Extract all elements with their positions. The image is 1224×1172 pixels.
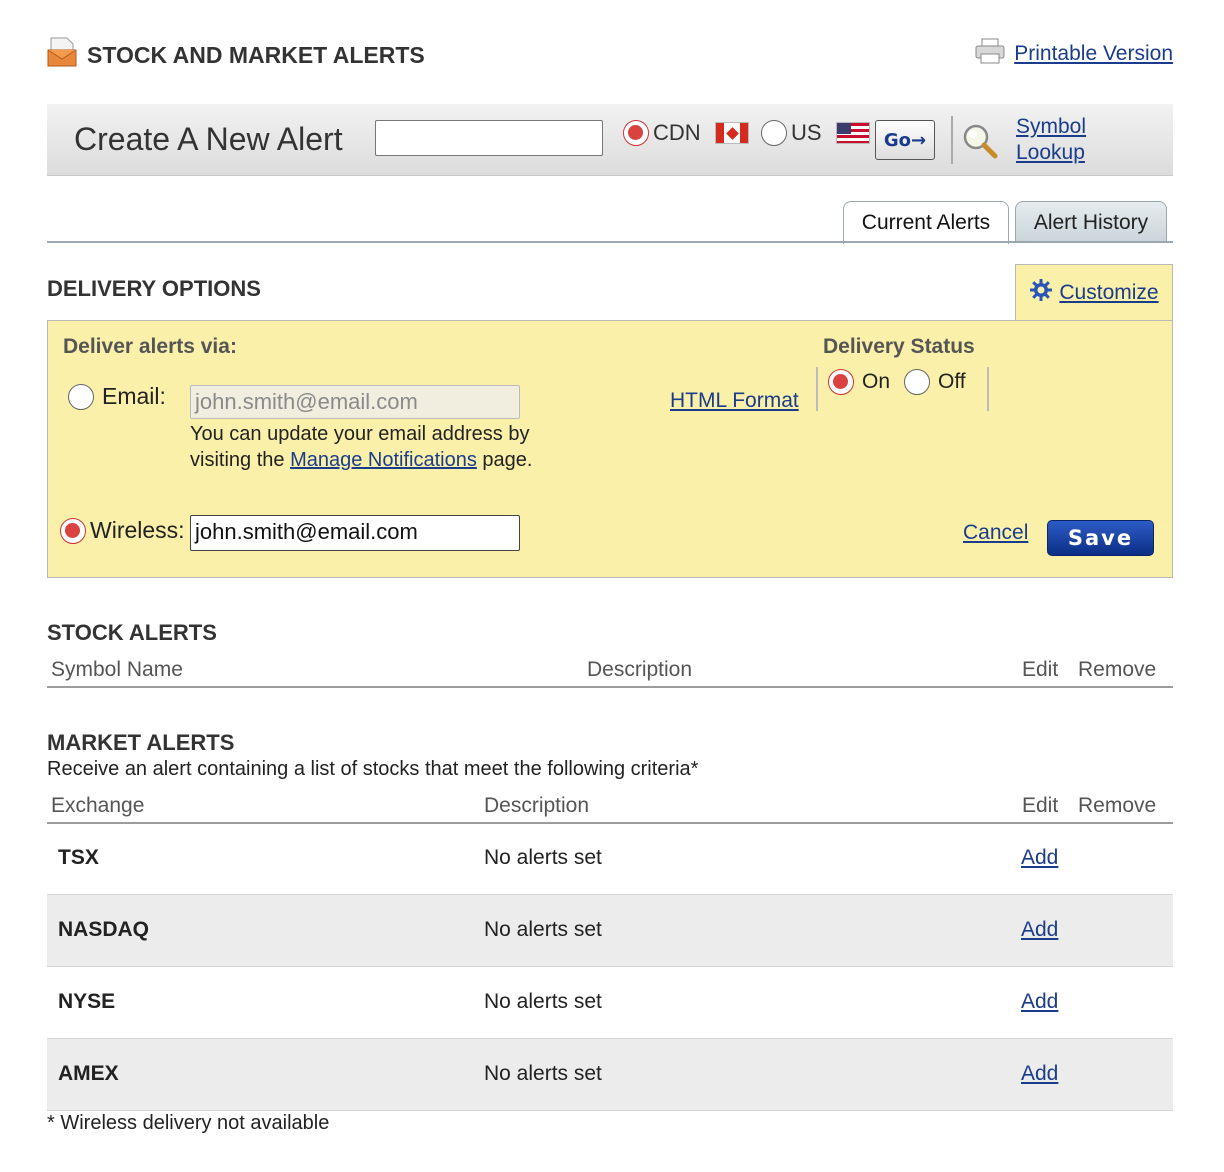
- symbol-lookup-line2[interactable]: Lookup: [1016, 141, 1085, 164]
- cdn-label: CDN: [653, 120, 701, 145]
- email-radio[interactable]: [68, 383, 94, 410]
- add-alert-link[interactable]: Add: [1021, 990, 1058, 1014]
- market-alerts-subtitle: Receive an alert containing a list of st…: [47, 758, 699, 780]
- market-option-cdn[interactable]: CDN: [623, 120, 749, 146]
- market-option-us[interactable]: US: [761, 120, 870, 146]
- table-row: AMEX No alerts set Add: [47, 1039, 1173, 1111]
- tabs-divider: [47, 241, 1173, 243]
- page-title: STOCK AND MARKET ALERTS: [87, 41, 425, 68]
- col-remove: Remove: [1078, 658, 1157, 681]
- stock-alerts-header: Symbol Name Description Edit Remove: [47, 652, 1173, 688]
- exchange-name: TSX: [58, 846, 99, 869]
- create-alert-bar: Create A New Alert CDN US Go→ Symbol Loo…: [47, 104, 1173, 176]
- col-edit: Edit: [1022, 658, 1059, 681]
- col-symbol-name: Symbol Name: [51, 658, 183, 681]
- col-exchange: Exchange: [51, 794, 145, 817]
- add-alert-link[interactable]: Add: [1021, 1062, 1058, 1086]
- col-remove: Remove: [1078, 794, 1157, 817]
- symbol-input[interactable]: [375, 120, 603, 156]
- email-label: Email:: [102, 383, 166, 409]
- wireless-field[interactable]: john.smith@email.com: [190, 515, 520, 551]
- status-on-label: On: [862, 370, 891, 393]
- alert-description: No alerts set: [484, 918, 602, 941]
- us-radio[interactable]: [761, 120, 787, 146]
- alert-description: No alerts set: [484, 990, 602, 1013]
- canada-flag-icon: [714, 122, 749, 144]
- wireless-option[interactable]: Wireless:: [60, 517, 185, 544]
- alert-description: No alerts set: [484, 1062, 602, 1085]
- save-button[interactable]: Save: [1047, 520, 1154, 556]
- tab-current-alerts[interactable]: Current Alerts: [843, 201, 1009, 244]
- printer-icon: [974, 38, 1006, 70]
- alert-envelope-icon: [47, 36, 77, 74]
- customize-link[interactable]: Customize: [1059, 281, 1158, 305]
- table-row: NYSE No alerts set Add: [47, 967, 1173, 1039]
- customize-button[interactable]: Customize: [1015, 264, 1173, 321]
- separator: [951, 116, 953, 164]
- go-button[interactable]: Go→: [875, 120, 935, 160]
- cdn-radio[interactable]: [623, 120, 649, 146]
- market-alerts-title: MARKET ALERTS: [47, 730, 235, 755]
- us-flag-icon: [835, 122, 870, 144]
- magnifier-icon: [961, 122, 999, 165]
- tab-alert-history[interactable]: Alert History: [1015, 201, 1167, 243]
- email-note-end: page.: [476, 449, 533, 471]
- gear-icon: [1029, 278, 1053, 308]
- delivery-options-title: DELIVERY OPTIONS: [47, 276, 261, 301]
- email-field[interactable]: john.smith@email.com: [190, 385, 520, 419]
- exchange-name: AMEX: [58, 1062, 119, 1085]
- footnote: * Wireless delivery not available: [47, 1112, 330, 1134]
- email-option[interactable]: Email:: [68, 383, 166, 410]
- exchange-name: NASDAQ: [58, 918, 150, 941]
- symbol-lookup-line1[interactable]: Symbol: [1016, 115, 1086, 138]
- separator: [987, 367, 989, 411]
- wireless-radio[interactable]: [60, 517, 86, 544]
- create-alert-title: Create A New Alert: [74, 121, 343, 157]
- add-alert-link[interactable]: Add: [1021, 846, 1058, 870]
- wireless-label: Wireless:: [90, 517, 185, 543]
- cancel-link[interactable]: Cancel: [963, 521, 1028, 545]
- delivery-status-label: Delivery Status: [823, 335, 975, 358]
- html-format-link[interactable]: HTML Format: [670, 389, 799, 413]
- printable-version[interactable]: Printable Version: [974, 38, 1173, 70]
- add-alert-link[interactable]: Add: [1021, 918, 1058, 942]
- delivery-options-panel: Deliver alerts via: Email: john.smith@em…: [47, 320, 1173, 578]
- symbol-lookup-link[interactable]: Symbol Lookup: [1016, 114, 1086, 166]
- table-row: NASDAQ No alerts set Add: [47, 895, 1173, 967]
- col-description: Description: [484, 794, 590, 817]
- status-off-radio[interactable]: [904, 369, 931, 395]
- separator: [816, 367, 818, 411]
- delivery-status-options: On Off: [828, 369, 966, 395]
- exchange-name: NYSE: [58, 990, 116, 1013]
- market-alerts-header: Exchange Description Edit Remove: [47, 788, 1173, 824]
- table-row: TSX No alerts set Add: [47, 823, 1173, 895]
- status-on-radio[interactable]: [828, 369, 854, 395]
- manage-notifications-link[interactable]: Manage Notifications: [290, 449, 477, 471]
- printable-version-link[interactable]: Printable Version: [1014, 42, 1173, 66]
- us-label: US: [791, 120, 822, 145]
- stock-alerts-title: STOCK ALERTS: [47, 620, 217, 645]
- status-off-label: Off: [938, 370, 966, 393]
- page-header: STOCK AND MARKET ALERTS: [47, 36, 425, 74]
- deliver-via-label: Deliver alerts via:: [63, 335, 237, 358]
- email-note: You can update your email address by vis…: [190, 421, 550, 473]
- alert-description: No alerts set: [484, 846, 602, 869]
- col-description: Description: [587, 658, 693, 681]
- col-edit: Edit: [1022, 794, 1059, 817]
